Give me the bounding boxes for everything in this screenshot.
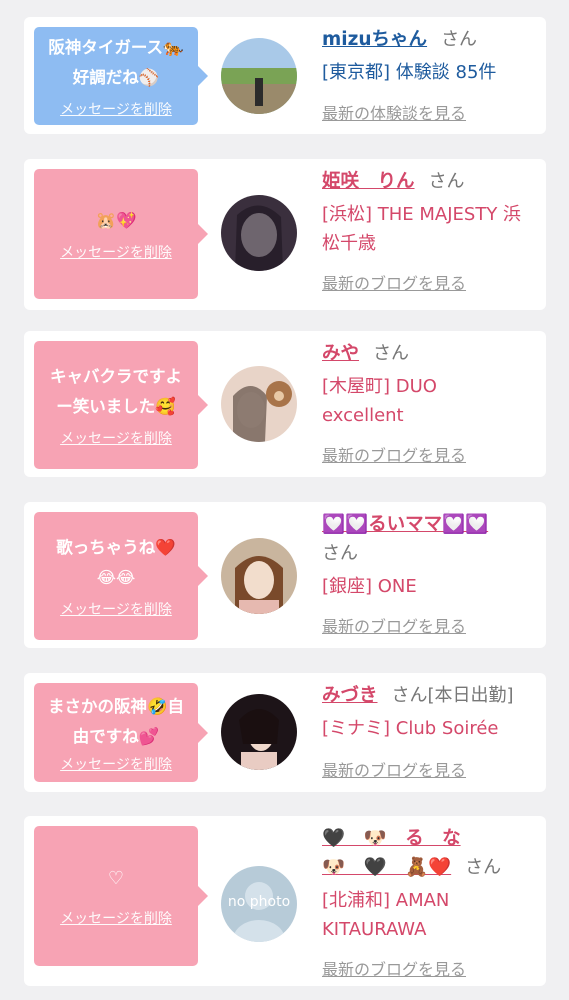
user-info: 姫咲 りん さん [浜松] THE MAJESTY 浜松千歳 xyxy=(322,167,532,258)
message-text: 🐹💖 xyxy=(95,211,137,230)
user-name-link[interactable]: 🖤 🐶 る な 🐶 🖤 🧸❤️ xyxy=(322,828,461,878)
view-latest-link[interactable]: 最新のブログを見る xyxy=(322,613,466,637)
message-bubble: まさかの阪神🤣自 由ですね💕 メッセージを削除 xyxy=(34,683,208,782)
user-info: みづき さん[本日出勤] [ミナミ] Club Soirée xyxy=(322,681,532,743)
list-item: 🐹💖 メッセージを削除 姫咲 りん さん [浜松] THE MAJESTY 浜松千… xyxy=(24,159,546,310)
message-bubble: 阪神タイガース🐅 好調だね⚾ メッセージを削除 xyxy=(34,27,208,125)
shop-info: [木屋町] DUO excellent xyxy=(322,376,437,426)
shop-info: [北浦和] AMAN KITAURAWA xyxy=(322,890,450,940)
list-item: ♡ メッセージを削除 no photo 🖤 🐶 る な 🐶 🖤 🧸❤️ さん [北… xyxy=(24,816,546,986)
shop-info: [浜松] THE MAJESTY 浜松千歳 xyxy=(322,204,522,254)
user-info: みや さん [木屋町] DUO excellent xyxy=(322,339,532,430)
view-latest-link[interactable]: 最新のブログを見る xyxy=(322,956,466,980)
message-bubble: 🐹💖 メッセージを削除 xyxy=(34,169,208,299)
avatar[interactable] xyxy=(221,38,297,114)
user-info: 💟💟るいママ💟💟 さん [銀座] ONE xyxy=(322,510,532,601)
message-list: 阪神タイガース🐅 好調だね⚾ メッセージを削除 mizuちゃん さん [東京都] … xyxy=(0,0,569,1000)
view-latest-link[interactable]: 最新のブログを見る xyxy=(322,270,466,294)
list-item: キャバクラですよ ー笑いました🥰 メッセージを削除 みや さん [木屋町] DUO… xyxy=(24,331,546,477)
user-name-link[interactable]: みや xyxy=(322,343,359,364)
avatar[interactable] xyxy=(221,195,297,271)
delete-message-link[interactable]: メッセージを削除 xyxy=(60,242,172,262)
avatar[interactable]: no photo xyxy=(221,866,297,942)
shop-info: [東京都] 体験談 85件 xyxy=(322,62,497,83)
view-latest-link[interactable]: 最新の体験談を見る xyxy=(322,100,466,124)
user-name-link[interactable]: 💟💟るいママ💟💟 xyxy=(322,514,488,535)
view-latest-link[interactable]: 最新のブログを見る xyxy=(322,442,466,466)
message-bubble: 歌っちゃうね❤️ 😂😂 メッセージを削除 xyxy=(34,512,208,640)
shop-info: [ミナミ] Club Soirée xyxy=(322,718,499,739)
delete-message-link[interactable]: メッセージを削除 xyxy=(60,428,172,448)
avatar[interactable] xyxy=(221,538,297,614)
avatar-placeholder-text: no photo xyxy=(227,894,291,910)
message-bubble: キャバクラですよ ー笑いました🥰 メッセージを削除 xyxy=(34,341,208,469)
delete-message-link[interactable]: メッセージを削除 xyxy=(60,908,172,928)
delete-message-link[interactable]: メッセージを削除 xyxy=(60,754,172,774)
honorific: さん xyxy=(441,29,478,50)
list-item: まさかの阪神🤣自 由ですね💕 メッセージを削除 みづき さん[本日出勤] [ミナミ… xyxy=(24,673,546,792)
message-bubble: ♡ メッセージを削除 xyxy=(34,826,208,966)
view-latest-link[interactable]: 最新のブログを見る xyxy=(322,757,466,781)
user-name-link[interactable]: mizuちゃん xyxy=(322,29,427,50)
avatar[interactable] xyxy=(221,366,297,442)
avatar[interactable] xyxy=(221,694,297,770)
message-text: ♡ xyxy=(107,868,125,889)
user-info: 🖤 🐶 る な 🐶 🖤 🧸❤️ さん [北浦和] AMAN KITAURAWA xyxy=(322,824,532,944)
user-name-link[interactable]: 姫咲 りん xyxy=(322,171,415,192)
honorific: さん xyxy=(428,171,465,192)
shop-info: [銀座] ONE xyxy=(322,576,417,597)
user-name-link[interactable]: みづき xyxy=(322,685,378,706)
message-text: キャバクラですよ ー笑いました🥰 xyxy=(50,367,182,416)
delete-message-link[interactable]: メッセージを削除 xyxy=(60,99,172,119)
honorific: さん xyxy=(322,543,358,564)
list-item: 阪神タイガース🐅 好調だね⚾ メッセージを削除 mizuちゃん さん [東京都] … xyxy=(24,17,546,134)
honorific: さん[本日出勤] xyxy=(391,685,514,706)
user-info: mizuちゃん さん [東京都] 体験談 85件 xyxy=(322,25,532,87)
honorific: さん xyxy=(465,857,502,878)
list-item: 歌っちゃうね❤️ 😂😂 メッセージを削除 💟💟るいママ💟💟 さん [銀座] ON… xyxy=(24,502,546,648)
delete-message-link[interactable]: メッセージを削除 xyxy=(60,599,172,619)
message-text: 歌っちゃうね❤️ 😂😂 xyxy=(56,538,176,587)
message-text: 阪神タイガース🐅 好調だね⚾ xyxy=(48,38,184,87)
honorific: さん xyxy=(373,343,410,364)
message-text: まさかの阪神🤣自 由ですね💕 xyxy=(47,696,185,746)
